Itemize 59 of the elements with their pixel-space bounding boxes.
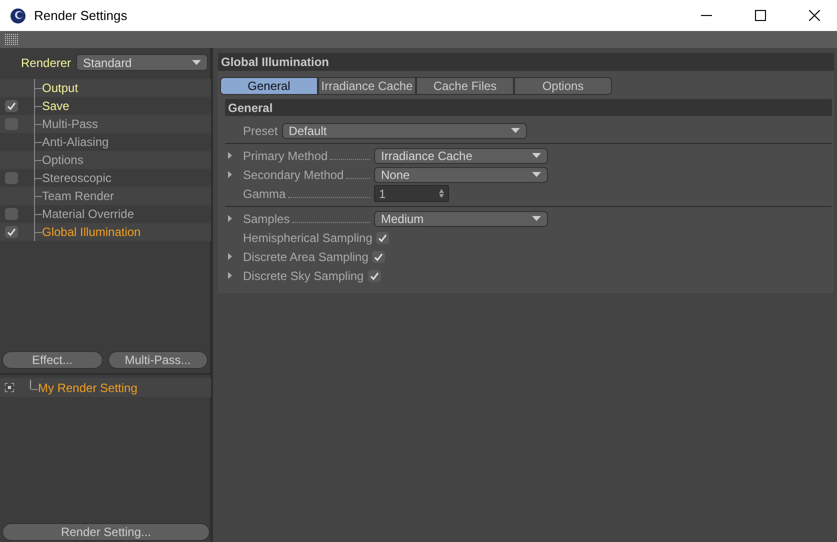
- nav-item[interactable]: Material Override: [42, 207, 134, 221]
- dropdown[interactable]: Irradiance Cache: [374, 148, 548, 164]
- nav-item[interactable]: Stereoscopic: [42, 171, 112, 185]
- tab[interactable]: Cache Files: [416, 77, 514, 95]
- nav-item[interactable]: Anti-Aliasing: [42, 135, 109, 149]
- checkbox[interactable]: [5, 100, 18, 112]
- render-setting-button[interactable]: Render Setting...: [2, 523, 210, 541]
- window-title: Render Settings: [34, 8, 128, 23]
- field-label: Preset: [243, 124, 278, 138]
- checkbox[interactable]: [368, 270, 381, 282]
- nav-item[interactable]: Save: [42, 99, 70, 113]
- dropdown[interactable]: Medium: [374, 210, 548, 226]
- checkbox[interactable]: [376, 232, 390, 244]
- action-button[interactable]: Multi-Pass...: [108, 351, 208, 369]
- field-label: Secondary Method: [243, 168, 344, 182]
- field-label: Discrete Sky Sampling: [243, 268, 364, 282]
- field-label: Samples: [243, 212, 290, 226]
- checkmark-icon: [374, 252, 384, 260]
- grip-icon[interactable]: [5, 34, 18, 45]
- checkmark-icon: [370, 272, 379, 280]
- checkbox[interactable]: [5, 226, 18, 238]
- nav-item[interactable]: Output: [42, 81, 78, 95]
- expand-arrow-icon[interactable]: [228, 215, 232, 222]
- expand-arrow-icon[interactable]: [228, 171, 232, 178]
- dropdown[interactable]: Default: [282, 122, 527, 138]
- checkmark-icon: [7, 228, 16, 236]
- caret-icon: [532, 153, 541, 158]
- nav-item[interactable]: Options: [42, 153, 84, 167]
- renderer-dropdown[interactable]: Standard: [76, 54, 208, 71]
- checkbox[interactable]: [372, 250, 386, 262]
- renderer-label: Renderer: [21, 56, 72, 70]
- close-icon: [808, 10, 820, 21]
- expand-arrow-icon[interactable]: [228, 272, 232, 279]
- spinner-arrows-icon[interactable]: [439, 189, 444, 198]
- checkmark-icon: [7, 102, 16, 110]
- panel-title: Global Illumination: [218, 53, 834, 71]
- expand-arrow-icon[interactable]: [228, 253, 232, 260]
- number-field[interactable]: 1: [374, 185, 449, 202]
- caret-icon: [532, 216, 541, 221]
- tab[interactable]: Irradiance Cache: [318, 77, 416, 95]
- checkbox[interactable]: [5, 208, 18, 220]
- expand-arrow-icon[interactable]: [228, 152, 232, 159]
- app-logo-icon: [10, 8, 26, 24]
- dropdown[interactable]: None: [374, 166, 548, 182]
- checkbox[interactable]: [5, 172, 18, 184]
- field-label: Discrete Area Sampling: [243, 250, 368, 264]
- caret-icon: [192, 60, 202, 65]
- checkmark-icon: [378, 234, 388, 242]
- section-header: General: [225, 99, 832, 116]
- caret-icon: [510, 128, 520, 133]
- maximize-icon: [754, 10, 766, 21]
- action-button[interactable]: Effect...: [2, 351, 102, 369]
- field-label: Hemispherical Sampling: [243, 230, 372, 244]
- tab[interactable]: General: [220, 77, 318, 95]
- field-label: Primary Method: [243, 148, 328, 162]
- field-label: Gamma: [243, 186, 286, 200]
- caret-icon: [532, 172, 541, 177]
- target-icon: [5, 383, 14, 392]
- tab[interactable]: Options: [514, 77, 612, 95]
